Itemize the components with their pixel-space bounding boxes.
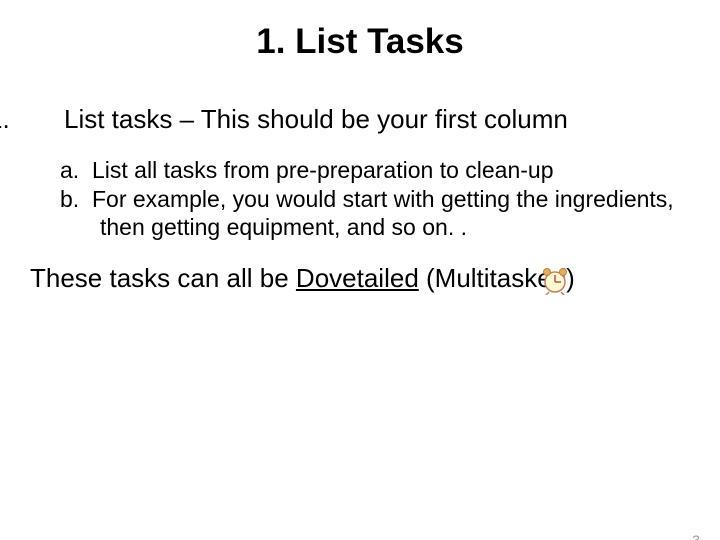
level1-item: 1.List tasks – This should be your first… xyxy=(30,104,680,135)
level1-number: 1. xyxy=(30,104,64,135)
closing-pre: These tasks can all be xyxy=(30,263,296,293)
closing-underlined: Dovetailed xyxy=(296,263,419,293)
level2-text: For example, you would start with gettin… xyxy=(92,186,674,240)
level2-list: a.List all tasks from pre-preparation to… xyxy=(60,157,690,242)
level1-text: List tasks – This should be your first c… xyxy=(64,104,568,134)
level2-text: List all tasks from pre-preparation to c… xyxy=(92,157,554,183)
level2-item: a.List all tasks from pre-preparation to… xyxy=(60,157,690,185)
slide: 1. List Tasks 1.List tasks – This should… xyxy=(0,22,720,540)
level2-item: b.For example, you would start with gett… xyxy=(60,186,690,241)
level2-letter: b. xyxy=(60,186,92,214)
closing-text: These tasks can all be Dovetailed (Multi… xyxy=(30,263,680,302)
level2-letter: a. xyxy=(60,157,92,185)
slide-title: 1. List Tasks xyxy=(0,22,720,62)
page-number: 3 xyxy=(692,532,700,540)
